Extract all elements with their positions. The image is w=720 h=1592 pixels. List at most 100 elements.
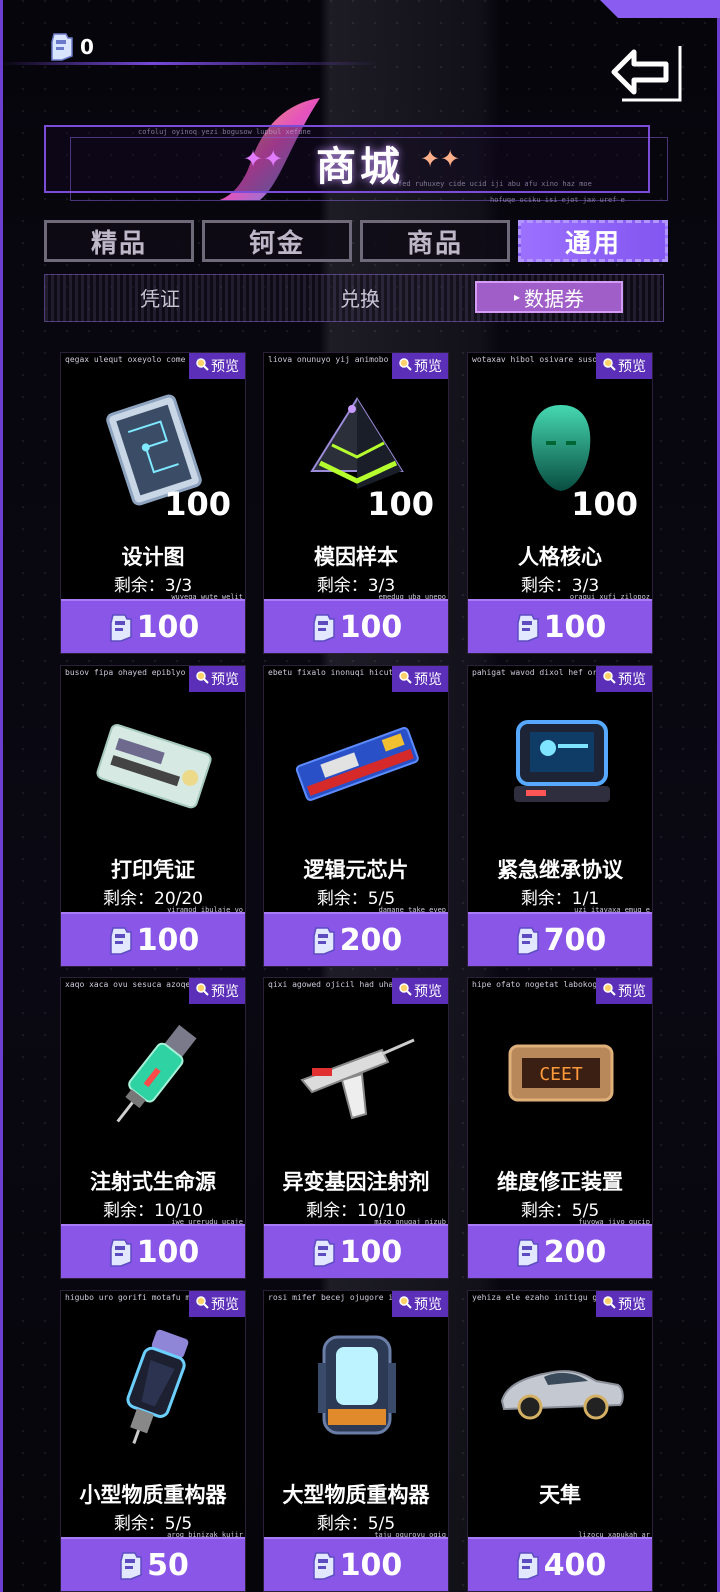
magnifier-icon xyxy=(602,982,616,1000)
item-price: 100 xyxy=(136,922,200,958)
preview-label: 预览 xyxy=(618,672,646,688)
card-deco-code: busov fipa ohayed epiblyo u xyxy=(65,668,193,677)
item-name: 逻辑元芯片 xyxy=(303,858,409,882)
preview-button[interactable]: 预览 xyxy=(189,353,245,379)
buy-button[interactable]: 100 xyxy=(61,1224,245,1278)
magnifier-icon xyxy=(602,357,616,375)
preview-label: 预览 xyxy=(414,1297,442,1313)
card-deco-code: ebetu fixalo inonuqi hicuta l xyxy=(268,668,396,677)
item-price: 100 xyxy=(339,1234,403,1270)
item-price: 100 xyxy=(339,609,403,645)
ticket-icon xyxy=(107,925,133,955)
subtab-exchange[interactable]: 兑换 xyxy=(315,281,405,313)
item-card[interactable]: yehiza ele ezaho initigu gaj 预览 天隼 lizocu x… xyxy=(467,1290,653,1592)
ticket-icon xyxy=(48,32,74,62)
preview-button[interactable]: 预览 xyxy=(392,353,448,379)
item-price: 100 xyxy=(136,1234,200,1270)
card-deco-code: pahigat wavod dixol hef oro xyxy=(472,668,600,677)
preview-button[interactable]: 预览 xyxy=(596,666,652,692)
buy-button[interactable]: 100 xyxy=(264,1537,448,1591)
tab-goods[interactable]: 商品 xyxy=(360,220,510,262)
back-arrow-icon xyxy=(611,46,682,102)
item-card[interactable]: qixi agowed ojicil had uhah 预览 异变基因注射剂 剩余：1… xyxy=(263,977,449,1279)
item-card[interactable]: wotaxav hibol osivare susoti 预览 100 人格核心 剩余：… xyxy=(467,352,653,654)
magnifier-icon xyxy=(195,982,209,1000)
ticket-icon xyxy=(310,1237,336,1267)
preview-button[interactable]: 预览 xyxy=(189,666,245,692)
currency-amount: 0 xyxy=(80,35,94,59)
card-deco-code: liova onunuyo yij animobo r xyxy=(268,355,396,364)
item-quantity: 100 xyxy=(164,485,231,523)
tab-featured[interactable]: 精品 xyxy=(44,220,194,262)
back-button[interactable] xyxy=(604,38,692,106)
category-tabs: 精品 钶金 商品 通用 xyxy=(44,220,678,262)
item-card[interactable]: busov fipa ohayed epiblyo u 预览 打印凭证 剩余：20/2… xyxy=(60,665,246,967)
tab-general[interactable]: 通用 xyxy=(518,220,668,262)
card-deco-code: xaqo xaca ovu sesuca azoqe xyxy=(65,980,191,989)
currency-display: 0 xyxy=(48,32,94,62)
buy-button[interactable]: 100 xyxy=(468,599,652,653)
buy-button[interactable]: 200 xyxy=(468,1224,652,1278)
item-card[interactable]: xaqo xaca ovu sesuca azoqe 预览 注射式生命源 剩余：10/… xyxy=(60,977,246,1279)
item-card[interactable]: hipe ofato nogetat labokog 预览 CEET 维度修正装置 剩余… xyxy=(467,977,653,1279)
preview-label: 预览 xyxy=(414,984,442,1000)
item-name: 模因样本 xyxy=(314,545,398,569)
item-card[interactable]: liova onunuyo yij animobo r 预览 100 模因样本 剩余：3… xyxy=(263,352,449,654)
item-card[interactable]: pahigat wavod dixol hef oro 预览 紧急继承协议 剩余：1/… xyxy=(467,665,653,967)
item-name: 大型物质重构器 xyxy=(282,1483,430,1507)
preview-label: 预览 xyxy=(618,359,646,375)
card-deco-code: rosi mifef becej ojugore iha xyxy=(268,1293,396,1302)
buy-button[interactable]: 200 xyxy=(264,912,448,966)
subcategory-tabs: 凭证 兑换 数据券 xyxy=(44,274,664,322)
magnifier-icon xyxy=(398,357,412,375)
item-name: 注射式生命源 xyxy=(90,1170,216,1194)
preview-button[interactable]: 预览 xyxy=(189,978,245,1004)
subtab-data-coupon[interactable]: 数据券 xyxy=(475,281,623,313)
item-name: 设计图 xyxy=(121,545,185,569)
preview-button[interactable]: 预览 xyxy=(596,353,652,379)
ticket-icon xyxy=(514,612,540,642)
card-deco-code: qixi agowed ojicil had uhah xyxy=(268,980,396,989)
print-ticket-icon xyxy=(89,698,219,828)
preview-button[interactable]: 预览 xyxy=(392,1291,448,1317)
frame-corner xyxy=(600,0,720,18)
ticket-icon xyxy=(310,612,336,642)
item-price: 100 xyxy=(136,609,200,645)
tab-gold[interactable]: 钶金 xyxy=(202,220,352,262)
magnifier-icon xyxy=(398,1295,412,1313)
card-deco-code: qegax ulequt oxeyolo come xyxy=(65,355,186,364)
subtab-voucher[interactable]: 凭证 xyxy=(115,281,205,313)
dimension-device-icon: CEET xyxy=(496,1010,626,1140)
preview-button[interactable]: 预览 xyxy=(596,1291,652,1317)
buy-button[interactable]: 100 xyxy=(264,1224,448,1278)
preview-button[interactable]: 预览 xyxy=(392,978,448,1004)
item-price: 700 xyxy=(543,922,607,958)
preview-button[interactable]: 预览 xyxy=(392,666,448,692)
item-quantity: 100 xyxy=(367,485,434,523)
magnifier-icon xyxy=(602,1295,616,1313)
buy-button[interactable]: 400 xyxy=(468,1537,652,1591)
item-card[interactable]: ebetu fixalo inonuqi hicuta l 预览 逻辑元芯片 剩余：5… xyxy=(263,665,449,967)
preview-label: 预览 xyxy=(211,1297,239,1313)
preview-label: 预览 xyxy=(618,984,646,1000)
large-reconstructor-icon xyxy=(292,1323,422,1453)
preview-button[interactable]: 预览 xyxy=(189,1291,245,1317)
card-deco-code: yehiza ele ezaho initigu gaj xyxy=(472,1293,600,1302)
ticket-icon xyxy=(107,612,133,642)
buy-button[interactable]: 100 xyxy=(61,912,245,966)
item-card[interactable]: rosi mifef becej ojugore iha 预览 大型物质重构器 剩余：… xyxy=(263,1290,449,1592)
preview-button[interactable]: 预览 xyxy=(596,978,652,1004)
item-name: 维度修正装置 xyxy=(497,1170,623,1194)
item-card[interactable]: higubo uro gorifi motafu mi 预览 小型物质重构器 剩余：5… xyxy=(60,1290,246,1592)
magnifier-icon xyxy=(398,982,412,1000)
preview-label: 预览 xyxy=(414,359,442,375)
svg-text:CEET: CEET xyxy=(539,1064,583,1085)
buy-button[interactable]: 700 xyxy=(468,912,652,966)
magnifier-icon xyxy=(195,357,209,375)
preview-label: 预览 xyxy=(211,984,239,1000)
title-deco-bottom2: hofuqe ociku isi ejot jax uref e xyxy=(490,196,625,204)
buy-button[interactable]: 100 xyxy=(264,599,448,653)
buy-button[interactable]: 50 xyxy=(61,1537,245,1591)
item-card[interactable]: qegax ulequt oxeyolo come 预览 100 设计图 剩余：3/3 w… xyxy=(60,352,246,654)
buy-button[interactable]: 100 xyxy=(61,599,245,653)
